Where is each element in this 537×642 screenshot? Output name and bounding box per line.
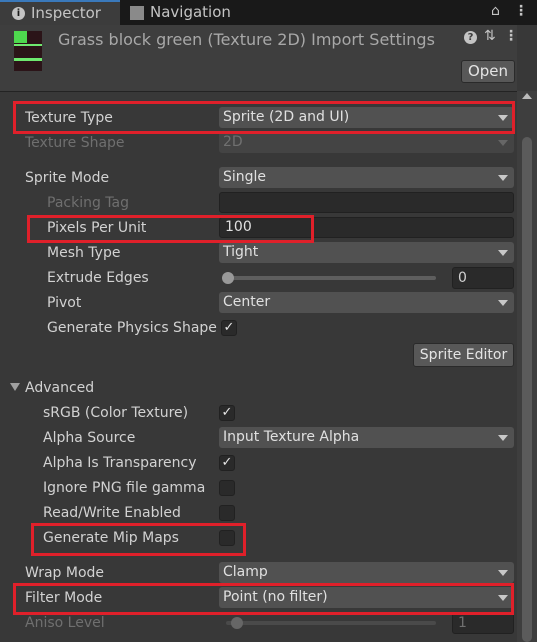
mesh-type-dropdown[interactable]: Tight — [219, 242, 514, 263]
alpha-source-label: Alpha Source — [43, 430, 136, 446]
highlight-texture-type — [13, 101, 515, 134]
highlight-generate-mip-maps — [31, 523, 246, 556]
ignore-png-gamma-label: Ignore PNG file gamma — [43, 480, 206, 496]
scrollbar-thumb[interactable] — [522, 137, 532, 642]
scrollbar[interactable] — [517, 91, 537, 642]
alpha-is-transparency-checkbox[interactable]: ✓ — [219, 455, 235, 471]
tab-inspector[interactable]: i Inspector — [0, 0, 120, 25]
inspector-header: Grass block green (Texture 2D) Import Se… — [0, 25, 518, 92]
texture-thumbnail — [14, 31, 42, 71]
tab-navigation[interactable]: Navigation — [120, 0, 250, 25]
pivot-dropdown[interactable]: Center — [219, 292, 514, 313]
extrude-edges-slider[interactable] — [222, 272, 436, 284]
highlight-pixels-per-unit — [27, 215, 314, 243]
header-menu-icon[interactable]: ⋮ — [504, 28, 518, 44]
sprite-mode-label: Sprite Mode — [25, 170, 110, 186]
slider-knob — [231, 617, 243, 629]
read-write-label: Read/Write Enabled — [43, 505, 181, 521]
packing-tag-label: Packing Tag — [47, 195, 129, 211]
generate-physics-shape-label: Generate Physics Shape — [47, 320, 217, 336]
preset-icon[interactable]: ⇅ — [484, 28, 496, 44]
open-button[interactable]: Open — [461, 60, 515, 83]
info-icon: i — [12, 7, 25, 20]
highlight-filter-mode — [13, 583, 514, 615]
pivot-label: Pivot — [47, 295, 82, 311]
mesh-type-label: Mesh Type — [47, 245, 121, 261]
tab-label: Inspector — [31, 4, 101, 22]
aniso-level-slider — [226, 617, 436, 629]
srgb-label: sRGB (Color Texture) — [43, 405, 189, 421]
srgb-checkbox[interactable]: ✓ — [219, 405, 235, 421]
extrude-edges-input[interactable]: 0 — [452, 267, 514, 289]
help-icon[interactable]: ? — [464, 31, 477, 44]
slider-knob[interactable] — [222, 272, 234, 284]
wrap-mode-dropdown[interactable]: Clamp — [219, 562, 514, 583]
aniso-level-label: Aniso Level — [25, 615, 105, 631]
scroll-up-icon[interactable] — [522, 93, 532, 99]
extrude-edges-label: Extrude Edges — [47, 270, 149, 286]
read-write-checkbox[interactable] — [219, 505, 235, 521]
alpha-is-transparency-label: Alpha Is Transparency — [43, 455, 197, 471]
alpha-source-dropdown[interactable]: Input Texture Alpha — [219, 427, 514, 448]
generate-physics-shape-checkbox[interactable]: ✓ — [221, 320, 237, 336]
wrap-mode-label: Wrap Mode — [25, 565, 105, 581]
sprite-editor-button[interactable]: Sprite Editor — [413, 343, 514, 367]
tab-label: Navigation — [150, 3, 231, 21]
advanced-foldout[interactable]: Advanced — [25, 377, 94, 399]
navigation-icon — [130, 6, 144, 20]
more-menu-icon[interactable]: ⋮ — [514, 3, 528, 19]
texture-shape-dropdown: 2D — [219, 132, 514, 153]
ignore-png-gamma-checkbox[interactable] — [219, 480, 235, 496]
inspector-window: i Inspector Navigation ⌂ ⋮ Grass block g… — [0, 0, 537, 642]
sprite-mode-dropdown[interactable]: Single — [219, 167, 514, 188]
header-title: Grass block green (Texture 2D) Import Se… — [58, 30, 435, 49]
aniso-level-input: 1 — [452, 612, 514, 634]
texture-shape-label: Texture Shape — [25, 135, 125, 151]
packing-tag-input[interactable] — [219, 192, 514, 213]
expand-arrow-icon[interactable] — [10, 383, 20, 391]
lock-icon[interactable]: ⌂ — [491, 3, 500, 19]
